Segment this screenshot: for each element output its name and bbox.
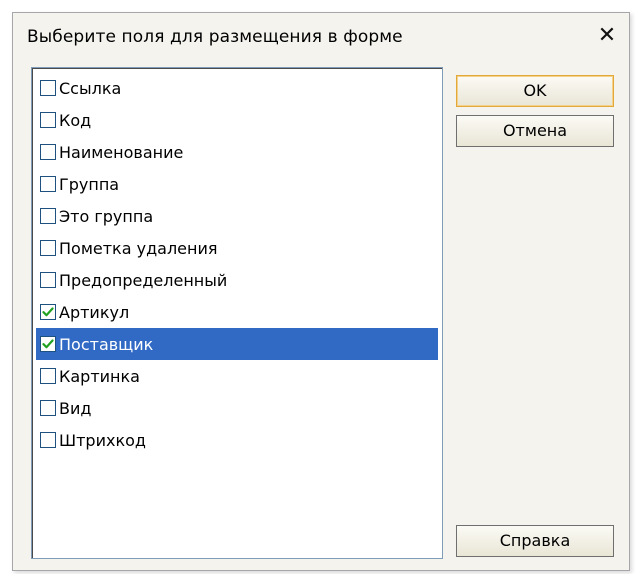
checkbox[interactable] (40, 400, 56, 416)
list-item-artikul[interactable]: Артикул (36, 296, 438, 328)
list-item-label: Наименование (59, 142, 184, 162)
list-item-eto-gruppa[interactable]: Это группа (36, 200, 438, 232)
checkbox-checked[interactable] (40, 304, 56, 320)
cancel-button[interactable]: Отмена (456, 115, 614, 147)
help-button[interactable]: Справка (456, 525, 614, 557)
checkbox[interactable] (40, 144, 56, 160)
list-item-shtrikhkod[interactable]: Штрихкод (36, 424, 438, 456)
checkbox[interactable] (40, 208, 56, 224)
list-item-label: Код (59, 110, 92, 130)
checkbox[interactable] (40, 240, 56, 256)
checkbox[interactable] (40, 176, 56, 192)
close-icon[interactable]: ✕ (595, 24, 619, 48)
list-item-label: Штрихкод (59, 430, 146, 450)
list-item-gruppa[interactable]: Группа (36, 168, 438, 200)
ok-button[interactable]: OK (456, 75, 614, 107)
list-item-label: Группа (59, 174, 120, 194)
list-item-label: Предопределенный (59, 270, 228, 290)
list-item-naimenovanie[interactable]: Наименование (36, 136, 438, 168)
fields-listbox[interactable]: Ссылка Код Наименование Группа Это групп… (31, 67, 443, 559)
list-item-ssylka[interactable]: Ссылка (36, 72, 438, 104)
checkbox[interactable] (40, 80, 56, 96)
list-item-kartinka[interactable]: Картинка (36, 360, 438, 392)
list-item-label: Поставщик (59, 334, 154, 354)
list-item-predopredelennyi[interactable]: Предопределенный (36, 264, 438, 296)
list-item-label: Вид (59, 398, 92, 418)
list-item-pometka-udaleniya[interactable]: Пометка удаления (36, 232, 438, 264)
checkbox[interactable] (40, 432, 56, 448)
list-item-postavshchik[interactable]: Поставщик (36, 328, 438, 360)
list-item-label: Пометка удаления (59, 238, 218, 258)
list-item-vid[interactable]: Вид (36, 392, 438, 424)
dialog-title: Выберите поля для размещения в форме (27, 27, 403, 47)
checkmark-icon (42, 339, 54, 349)
field-selection-dialog: Выберите поля для размещения в форме ✕ С… (12, 12, 630, 571)
list-item-label: Ссылка (59, 78, 122, 98)
list-item-kod[interactable]: Код (36, 104, 438, 136)
checkbox[interactable] (40, 272, 56, 288)
checkmark-icon (42, 307, 54, 317)
dialog-titlebar[interactable]: Выберите поля для размещения в форме ✕ (13, 13, 629, 61)
list-item-label: Артикул (59, 302, 130, 322)
checkbox-checked[interactable] (40, 336, 56, 352)
checkbox[interactable] (40, 112, 56, 128)
checkbox[interactable] (40, 368, 56, 384)
list-item-label: Это группа (59, 206, 154, 226)
list-item-label: Картинка (59, 366, 140, 386)
